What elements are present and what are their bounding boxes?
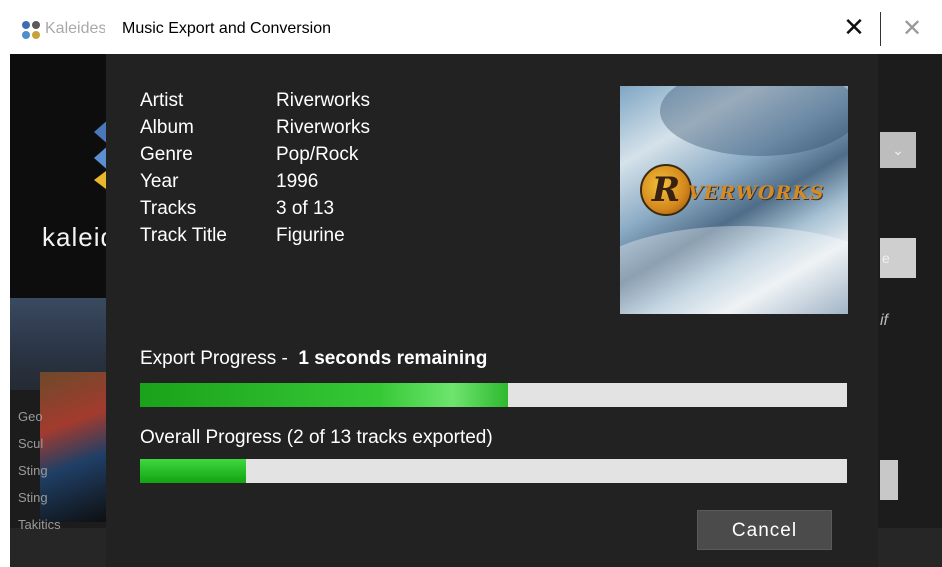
info-label: Album bbox=[140, 117, 194, 138]
cancel-button[interactable]: Cancel bbox=[697, 510, 832, 550]
titlebar-divider bbox=[880, 12, 881, 46]
cover-swirl bbox=[660, 86, 848, 156]
list-item[interactable]: Takitics bbox=[18, 511, 61, 538]
cover-swirl bbox=[620, 226, 848, 314]
overall-progress-label: Overall Progress (2 of 13 tracks exporte… bbox=[140, 427, 493, 448]
info-label: Genre bbox=[140, 144, 193, 165]
export-progress-fill bbox=[140, 383, 508, 407]
overall-progress-fill bbox=[140, 459, 247, 483]
list-item[interactable]: Sting bbox=[18, 484, 61, 511]
export-progress-prefix: Export Progress - bbox=[140, 348, 288, 369]
overall-progress-bar bbox=[140, 459, 847, 483]
background-brand-name: kaleidescape bbox=[42, 222, 108, 252]
background-dropdown[interactable]: ⌄ bbox=[880, 132, 916, 168]
dialog-title: Music Export and Conversion bbox=[122, 20, 331, 37]
close-icon[interactable]: ✕ bbox=[840, 12, 868, 44]
cover-logo-badge: R bbox=[640, 164, 692, 216]
info-value: Riverworks bbox=[276, 90, 370, 111]
background-app-title: Kaleidescape bbox=[45, 20, 105, 37]
background-button[interactable]: e bbox=[880, 238, 916, 278]
export-progress-label: Export Progress - 1 seconds remaining bbox=[140, 348, 487, 370]
background-album-list: Geo Scul Sting Sting Takitics bbox=[18, 403, 61, 538]
info-label: Tracks bbox=[140, 198, 197, 219]
album-cover: R VERWORKS bbox=[620, 86, 848, 314]
info-value: Pop/Rock bbox=[276, 144, 359, 165]
info-label: Artist bbox=[140, 90, 184, 111]
kaleidescape-logo-icon bbox=[22, 21, 40, 39]
dialog-titlebar: Music Export and Conversion ✕ bbox=[106, 0, 878, 54]
info-value: Riverworks bbox=[276, 117, 370, 138]
info-value: 3 of 13 bbox=[276, 198, 335, 219]
music-export-dialog: Music Export and Conversion ✕ Artist Riv… bbox=[106, 0, 881, 567]
background-close-icon[interactable]: ✕ bbox=[902, 14, 922, 42]
background-right-text: if bbox=[880, 312, 888, 329]
info-label: Track Title bbox=[140, 225, 227, 246]
list-item[interactable]: Sting bbox=[18, 457, 61, 484]
list-item[interactable]: Scul bbox=[18, 430, 61, 457]
info-value: Figurine bbox=[276, 225, 345, 246]
cover-logo-text: VERWORKS bbox=[688, 182, 825, 204]
export-progress-bar bbox=[140, 383, 847, 407]
chevron-down-icon: ⌄ bbox=[892, 142, 904, 158]
list-item[interactable]: Geo bbox=[18, 403, 61, 430]
info-value: 1996 bbox=[276, 171, 319, 192]
export-progress-remaining: 1 seconds remaining bbox=[298, 348, 488, 369]
background-scrollbar[interactable] bbox=[880, 460, 898, 500]
info-label: Year bbox=[140, 171, 179, 192]
